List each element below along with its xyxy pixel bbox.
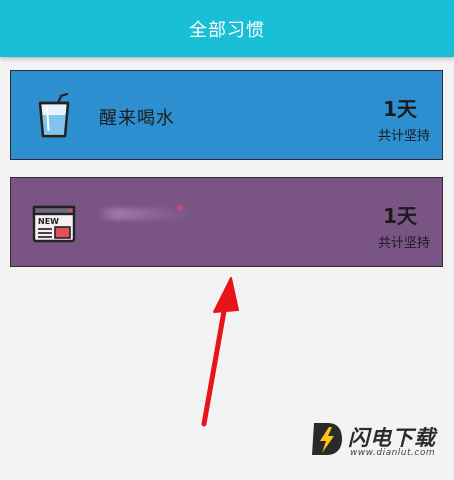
habit-days-count: 1天 [383,204,417,228]
page-title: 全部习惯 [189,19,265,41]
news-icon: NEW [32,205,76,243]
habit-name: 醒来喝水 [99,108,175,129]
watermark: 闪电下载 www.dianlut.com [308,418,448,468]
habit-days-label: 共计坚持 [377,129,430,144]
lightning-logo-icon [312,423,342,455]
blur-artifact [178,205,183,210]
app-bar: 全部习惯 [0,0,454,57]
water-glass-icon [38,92,70,138]
news-icon-label: NEW [38,217,59,226]
habit-card-water[interactable]: 醒来喝水 1天 共计坚持 [10,70,443,160]
habit-card-news[interactable]: NEW 1天 共计坚持 [10,177,443,267]
habit-days-count: 1天 [383,97,417,121]
habit-days-label: 共计坚持 [377,236,430,251]
watermark-url: www.dianlut.com [350,448,436,458]
